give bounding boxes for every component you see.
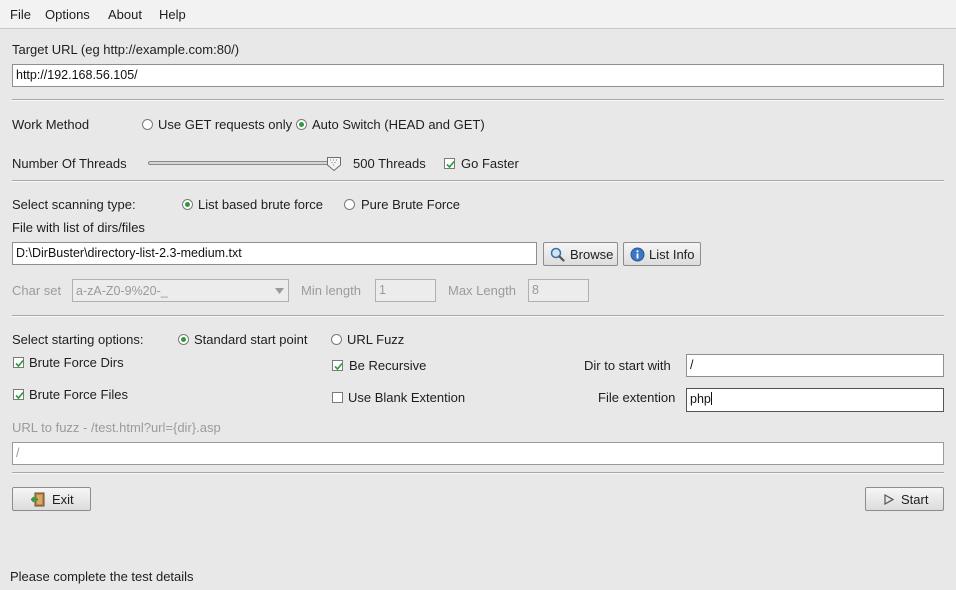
exit-label: Exit <box>52 492 74 507</box>
charset-label: Char set <box>12 283 62 298</box>
start-label: Start <box>901 492 929 507</box>
min-length-input[interactable]: 1 <box>375 279 436 302</box>
recursive-label[interactable]: Be Recursive <box>349 358 426 373</box>
menu-bar: File Options About Help <box>0 0 956 29</box>
list-based-label[interactable]: List based brute force <box>198 197 323 212</box>
fuzz-url-input[interactable]: / <box>12 442 944 465</box>
brute-dirs-checkbox[interactable] <box>13 357 24 368</box>
info-icon <box>630 247 645 262</box>
file-ext-value: php <box>690 392 711 406</box>
target-url-label: Target URL (eg http://example.com:80/) <box>12 42 240 57</box>
text-cursor <box>710 392 712 405</box>
charset-value: a-zA-Z0-9%20-_ <box>76 284 168 298</box>
browse-button[interactable]: Browse <box>543 242 618 266</box>
file-ext-input[interactable]: php <box>686 388 944 412</box>
menu-about[interactable]: About <box>108 7 142 22</box>
file-ext-label: File extention <box>598 390 676 405</box>
menu-file[interactable]: File <box>10 7 31 22</box>
brute-dirs-label[interactable]: Brute Force Dirs <box>29 355 124 370</box>
list-info-label: List Info <box>649 247 695 262</box>
exit-button[interactable]: Exit <box>12 487 91 511</box>
magnifier-icon <box>550 247 565 262</box>
divider <box>12 315 944 317</box>
exit-door-icon <box>31 492 45 507</box>
get-only-radio[interactable] <box>142 119 153 130</box>
start-button[interactable]: Start <box>865 487 944 511</box>
status-text: Please complete the test details <box>10 569 194 584</box>
pure-brute-label[interactable]: Pure Brute Force <box>361 197 460 212</box>
file-list-label: File with list of dirs/files <box>12 220 145 235</box>
get-only-label[interactable]: Use GET requests only <box>158 117 292 132</box>
threads-slider-thumb[interactable] <box>326 156 342 172</box>
go-faster-checkbox[interactable] <box>444 158 455 169</box>
menu-options[interactable]: Options <box>45 7 90 22</box>
threads-value: 500 Threads <box>353 156 426 171</box>
go-faster-label[interactable]: Go Faster <box>461 156 519 171</box>
list-info-button[interactable]: List Info <box>623 242 701 266</box>
divider <box>12 99 944 101</box>
file-list-input[interactable]: D:\DirBuster\directory-list-2.3-medium.t… <box>12 242 537 265</box>
url-fuzz-label[interactable]: URL Fuzz <box>347 332 404 347</box>
standard-start-radio[interactable] <box>178 334 189 345</box>
url-fuzz-radio[interactable] <box>331 334 342 345</box>
charset-select[interactable]: a-zA-Z0-9%20-_ <box>72 279 289 302</box>
target-url-input[interactable]: http://192.168.56.105/ <box>12 64 944 87</box>
menu-help[interactable]: Help <box>159 7 186 22</box>
work-method-label: Work Method <box>12 117 90 132</box>
max-length-input[interactable]: 8 <box>528 279 589 302</box>
pure-brute-radio[interactable] <box>344 199 355 210</box>
auto-switch-radio[interactable] <box>296 119 307 130</box>
min-length-label: Min length <box>301 283 361 298</box>
start-options-label: Select starting options: <box>12 332 144 347</box>
dir-start-label: Dir to start with <box>584 358 671 373</box>
blank-ext-label[interactable]: Use Blank Extention <box>348 390 465 405</box>
dir-start-input[interactable]: / <box>686 354 944 377</box>
threads-label: Number Of Threads <box>12 156 127 171</box>
max-length-label: Max Length <box>448 283 516 298</box>
brute-files-label[interactable]: Brute Force Files <box>29 387 128 402</box>
brute-files-checkbox[interactable] <box>13 389 24 400</box>
play-icon <box>884 494 894 505</box>
browse-label: Browse <box>570 247 614 262</box>
recursive-checkbox[interactable] <box>332 360 343 371</box>
blank-ext-checkbox[interactable] <box>332 392 343 403</box>
divider <box>12 472 944 474</box>
chevron-down-icon <box>275 288 284 294</box>
standard-start-label[interactable]: Standard start point <box>194 332 307 347</box>
scan-type-label: Select scanning type: <box>12 197 136 212</box>
fuzz-url-label: URL to fuzz - /test.html?url={dir}.asp <box>12 420 221 435</box>
threads-slider-track[interactable] <box>148 161 336 165</box>
divider <box>12 180 944 182</box>
list-based-radio[interactable] <box>182 199 193 210</box>
auto-switch-label[interactable]: Auto Switch (HEAD and GET) <box>312 117 485 132</box>
